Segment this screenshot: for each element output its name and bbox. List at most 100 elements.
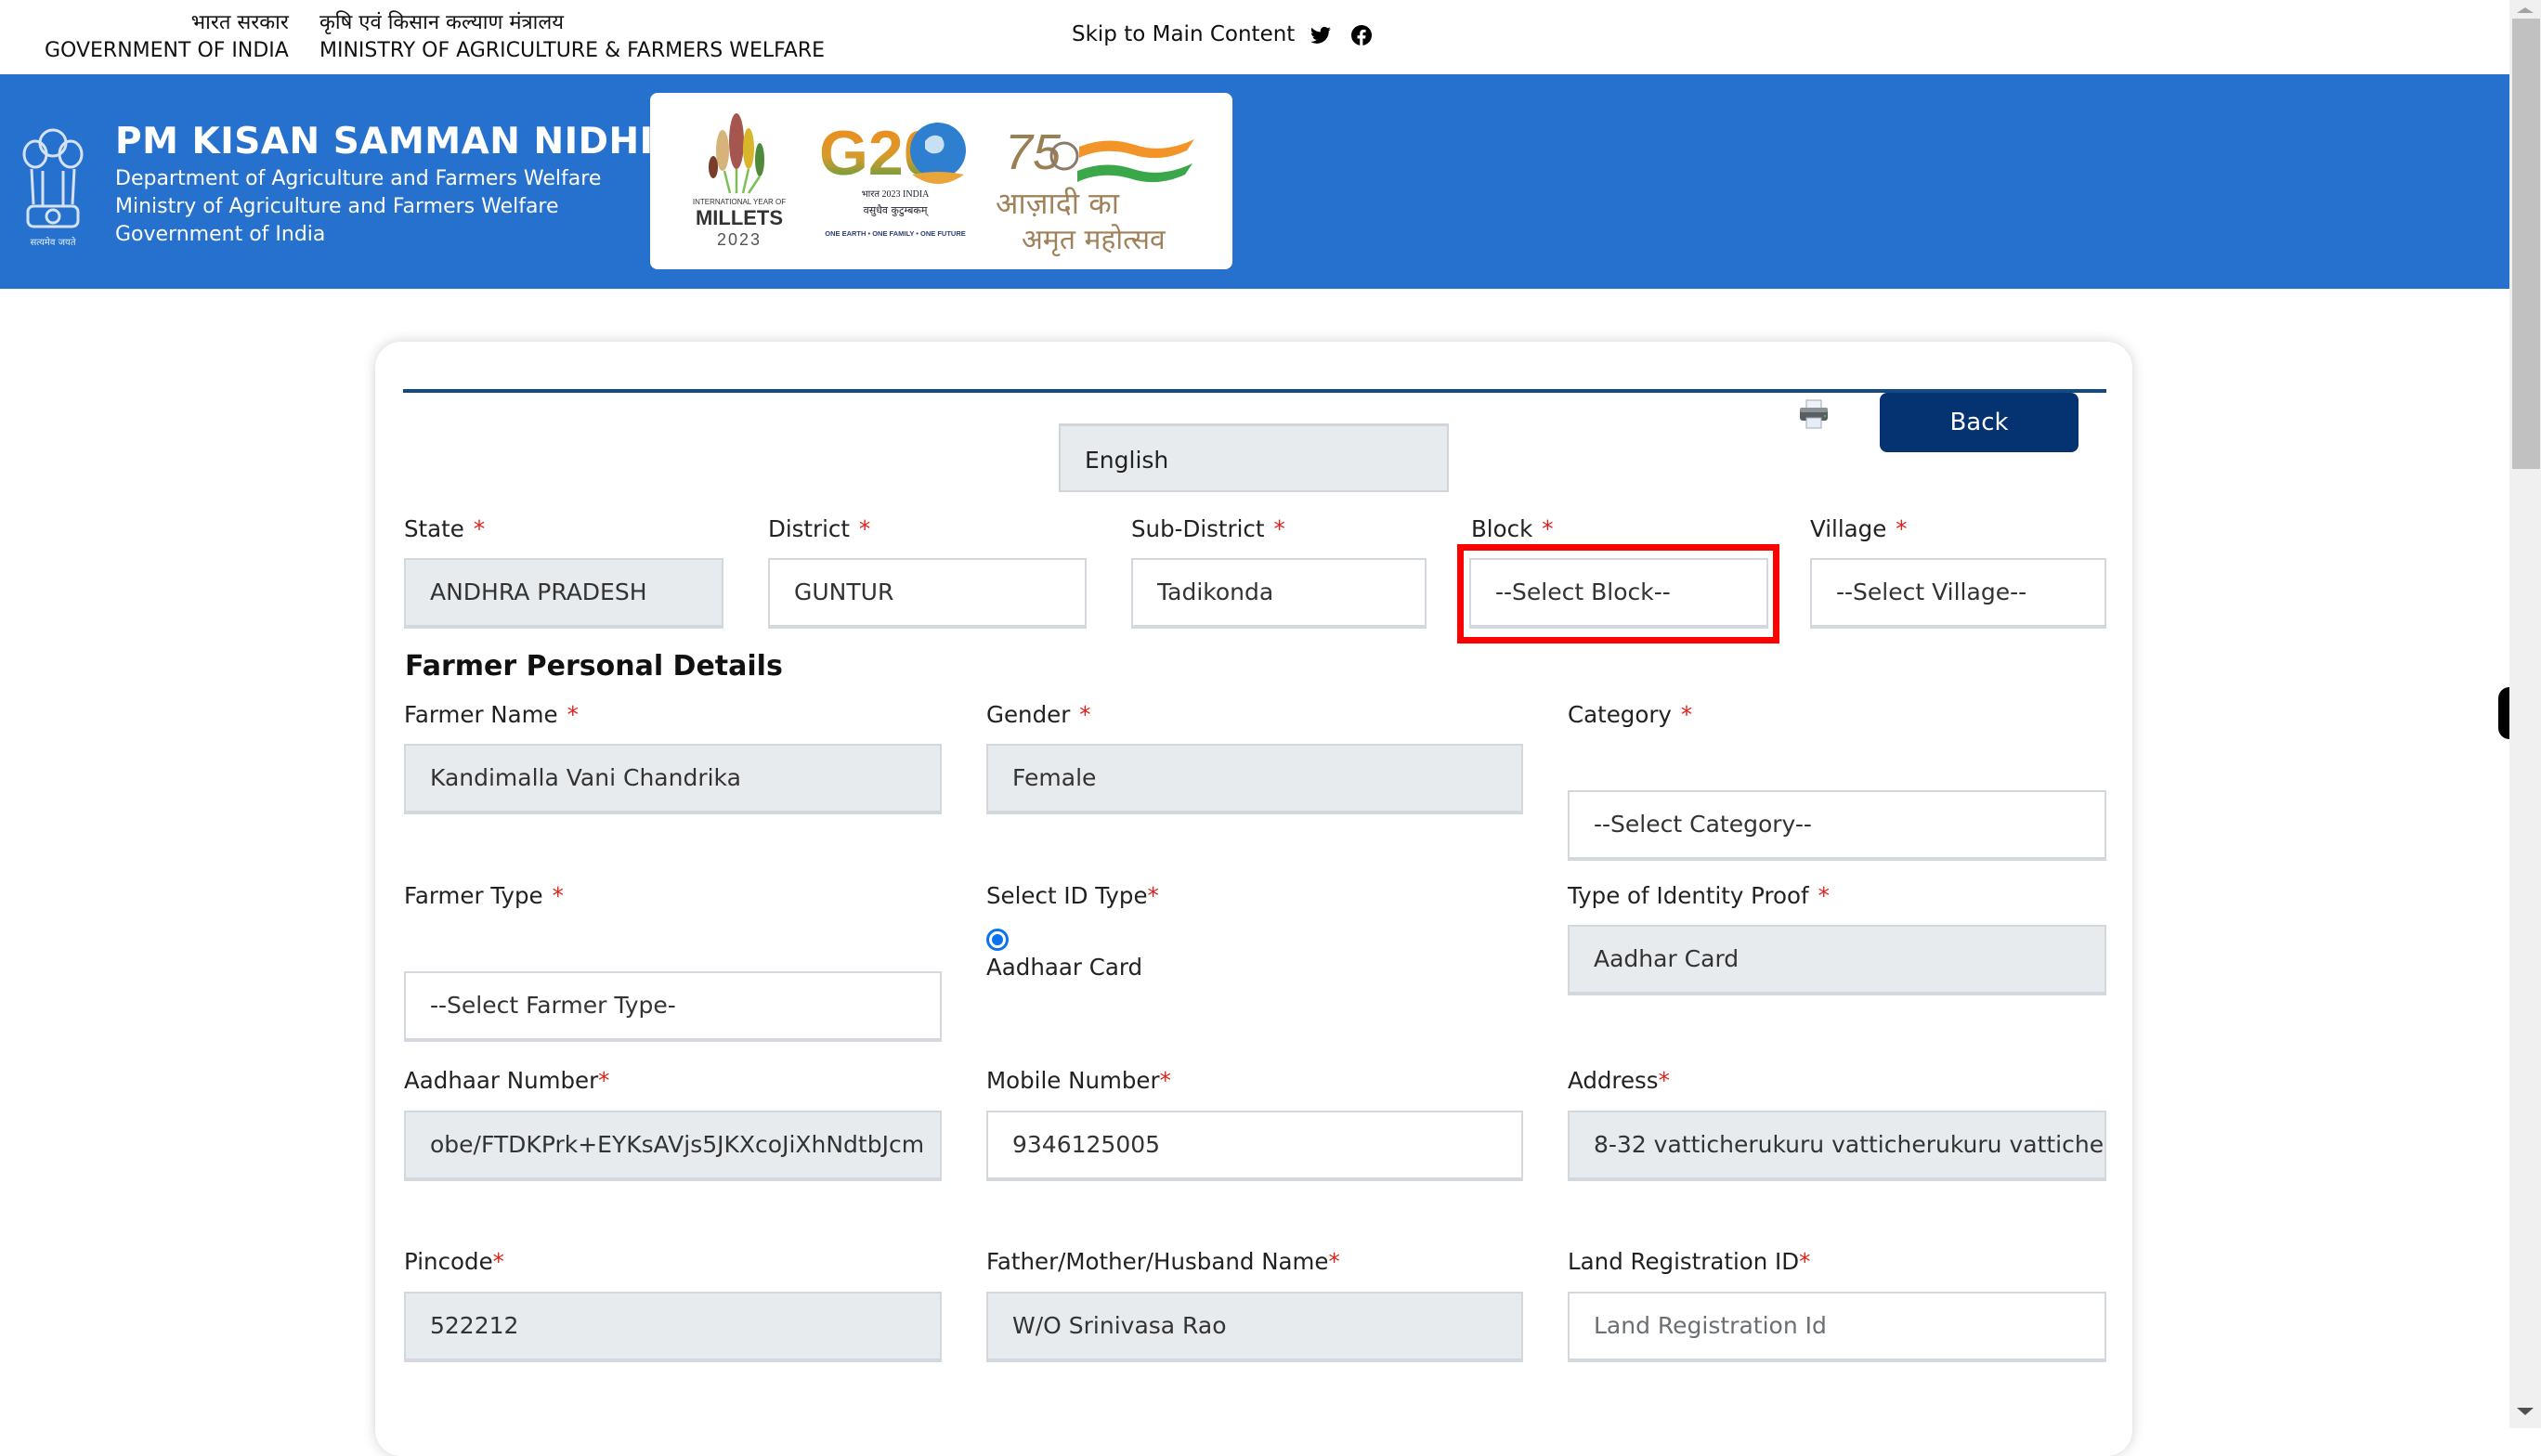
scrollbar-thumb[interactable] [2512, 19, 2540, 469]
ministry-hindi: कृषि एवं किसान कल्याण मंत्रालय [319, 11, 565, 34]
relative-name-label-text: Father/Mother/Husband Name [986, 1248, 1329, 1275]
print-icon[interactable] [1798, 399, 1830, 429]
g20-sub1: भारत 2023 INDIA [862, 189, 931, 200]
gender-label: Gender * [986, 701, 1091, 728]
header-line-government: Government of India [115, 223, 326, 246]
state-label-text: State [404, 515, 464, 542]
aadhaar-card-radio-label[interactable]: Aadhaar Card [986, 954, 1142, 981]
id-type-label: Select ID Type* [986, 882, 1159, 909]
mobile-number-label: Mobile Number* [986, 1067, 1171, 1094]
language-select[interactable]: English [1059, 423, 1449, 492]
national-emblem-icon: सत्यमेव जयते [20, 115, 85, 254]
gov-english: GOVERNMENT OF INDIA [45, 39, 289, 62]
required-marker: * [1159, 1067, 1171, 1094]
mobile-number-input[interactable]: 9346125005 [986, 1111, 1523, 1181]
sub-district-label-text: Sub-District [1131, 515, 1265, 542]
required-marker: * [1658, 1067, 1670, 1094]
pincode-label-text: Pincode [404, 1248, 493, 1275]
aadhaar-number-label-text: Aadhaar Number [404, 1067, 599, 1094]
farmer-type-label: Farmer Type * [404, 882, 564, 909]
required-marker: * [859, 515, 871, 542]
district-select[interactable]: GUNTUR [768, 558, 1087, 629]
millets-line1: INTERNATIONAL YEAR OF [693, 198, 786, 206]
twitter-icon[interactable] [1310, 24, 1332, 46]
block-label: Block * [1471, 515, 1554, 542]
g20-tagline: ONE EARTH • ONE FAMILY • ONE FUTURE [825, 229, 966, 238]
ministry-english: MINISTRY OF AGRICULTURE & FARMERS WELFAR… [319, 39, 826, 62]
relative-name-label: Father/Mother/Husband Name* [986, 1248, 1340, 1275]
relative-name-field[interactable]: W/O Srinivasa Rao [986, 1292, 1523, 1362]
village-label: Village * [1810, 515, 1908, 542]
scroll-up-arrow-icon[interactable] [2517, 7, 2534, 13]
pincode-label: Pincode* [404, 1248, 504, 1275]
emblem-caption: सत्यमेव जयते [30, 237, 75, 248]
facebook-icon[interactable] [1350, 24, 1373, 46]
required-marker: * [1328, 1248, 1340, 1275]
id-type-label-text: Select ID Type [986, 882, 1148, 909]
required-marker: * [1799, 1248, 1811, 1275]
village-select[interactable]: --Select Village-- [1810, 558, 2106, 629]
header-line-ministry: Ministry of Agriculture and Farmers Welf… [115, 195, 559, 218]
farmer-name-field[interactable]: Kandimalla Vani Chandrika [404, 744, 942, 814]
village-label-text: Village [1810, 515, 1887, 542]
address-label: Address* [1568, 1067, 1670, 1094]
address-label-text: Address [1568, 1067, 1659, 1094]
g20-sub2: वसुधैव कुटुम्बकम् [864, 204, 930, 216]
g20-logo: G20 भारत 2023 INDIA वसुधैव कुटुम्बकम् ON… [819, 118, 966, 238]
card-divider [403, 389, 2106, 393]
aadhaar-card-radio[interactable] [986, 929, 1009, 951]
gov-hindi: भारत सरकार [190, 11, 289, 34]
block-label-text: Block [1471, 515, 1533, 542]
required-marker: * [1273, 515, 1285, 542]
required-marker: * [492, 1248, 504, 1275]
sub-district-label: Sub-District * [1131, 515, 1285, 542]
block-highlight-box [1457, 544, 1779, 644]
page-scrollbar[interactable] [2509, 0, 2541, 1428]
identity-proof-label: Type of Identity Proof * [1568, 882, 1830, 909]
site-header: सत्यमेव जयते PM KISAN SAMMAN NIDHI Depar… [0, 74, 2511, 289]
gender-field[interactable]: Female [986, 744, 1523, 814]
site-title: PM KISAN SAMMAN NIDHI [115, 121, 654, 162]
identity-proof-field[interactable]: Aadhar Card [1568, 925, 2106, 995]
ministry-label: कृषि एवं किसान कल्याण मंत्रालय MINISTRY … [319, 9, 825, 65]
form-card [375, 342, 2132, 1456]
campaign-logos: INTERNATIONAL YEAR OF MILLETS 2023 G20 भ… [693, 113, 1194, 257]
mobile-number-label-text: Mobile Number [986, 1067, 1160, 1094]
required-marker: * [1079, 701, 1091, 728]
district-label: District * [768, 515, 870, 542]
land-registration-input[interactable]: Land Registration Id [1568, 1292, 2106, 1362]
farmer-name-label: Farmer Name * [404, 701, 579, 728]
section-title-personal: Farmer Personal Details [405, 650, 783, 682]
address-field[interactable]: 8-32 vatticherukuru vatticherukuru vatti… [1568, 1111, 2106, 1181]
farmer-name-label-text: Farmer Name [404, 701, 558, 728]
category-select[interactable]: --Select Category-- [1568, 790, 2106, 861]
category-label: Category * [1568, 701, 1692, 728]
required-marker: * [567, 701, 579, 728]
skip-to-main-link[interactable]: Skip to Main Content [1072, 22, 1295, 46]
required-marker: * [473, 515, 486, 542]
gender-label-text: Gender [986, 701, 1071, 728]
category-label-text: Category [1568, 701, 1672, 728]
farmer-type-select[interactable]: --Select Farmer Type- [404, 971, 942, 1042]
state-field[interactable]: ANDHRA PRADESH [404, 558, 723, 629]
aadhaar-number-label: Aadhaar Number* [404, 1067, 609, 1094]
pincode-field[interactable]: 522212 [404, 1292, 942, 1362]
back-button[interactable]: Back [1880, 393, 2078, 452]
required-marker: * [1542, 515, 1554, 542]
azadi-line2: अमृत महोत्सव [1022, 224, 1166, 257]
top-bar: भारत सरकार GOVERNMENT OF INDIA कृषि एवं … [0, 0, 2511, 74]
millets-year: 2023 [717, 230, 762, 249]
campaign-logos-panel: INTERNATIONAL YEAR OF MILLETS 2023 G20 भ… [650, 93, 1232, 269]
required-marker: * [1147, 882, 1159, 909]
district-label-text: District [768, 515, 850, 542]
aadhaar-number-field[interactable]: obe/FTDKPrk+EYKsAVjs5JKXcoJiXhNdtbJcm [404, 1111, 942, 1181]
millets-line2: MILLETS [696, 206, 783, 229]
state-label: State * [404, 515, 485, 542]
required-marker: * [552, 882, 564, 909]
required-marker: * [1818, 882, 1830, 909]
sub-district-select[interactable]: Tadikonda [1131, 558, 1427, 629]
scroll-down-arrow-icon[interactable] [2517, 1408, 2534, 1415]
land-registration-label: Land Registration ID* [1568, 1248, 1810, 1275]
azadi-line1: आज़ादी का [996, 186, 1120, 221]
required-marker: * [1680, 701, 1693, 728]
